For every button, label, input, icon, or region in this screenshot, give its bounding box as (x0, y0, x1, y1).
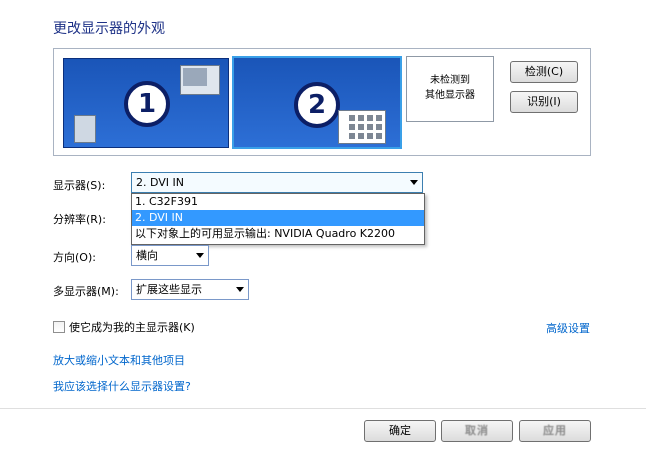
main-display-row[interactable]: 使它成为我的主显示器(K) (53, 319, 195, 335)
identify-button[interactable]: 识别(I) (510, 91, 578, 113)
chevron-down-icon (196, 253, 204, 258)
page-title: 更改显示器的外观 (53, 21, 165, 37)
monitor-2[interactable]: 2 (232, 56, 402, 149)
detect-button[interactable]: 检测(C) (510, 61, 578, 83)
text-size-link[interactable]: 放大或缩小文本和其他项目 (53, 352, 185, 368)
undetected-display-box: 未检测到 其他显示器 (406, 56, 494, 122)
display-select[interactable]: 2. DVI IN (131, 172, 423, 193)
chevron-down-icon (236, 287, 244, 292)
dropdown-option[interactable]: 以下对象上的可用显示输出: NVIDIA Quadro K2200 (132, 226, 424, 242)
monitor-1-preview-icon (180, 65, 220, 95)
multi-display-label: 多显示器(M): (53, 285, 119, 298)
preview-grid (349, 115, 382, 139)
monitor-1[interactable]: 1 (63, 58, 229, 148)
undetected-line-1: 未检测到 (430, 75, 470, 86)
multi-display-select[interactable]: 扩展这些显示 (131, 279, 249, 300)
display-select-value: 2. DVI IN (136, 176, 185, 189)
resolution-label: 分辨率(R): (53, 213, 106, 226)
dropdown-option[interactable]: 1. C32F391 (132, 194, 424, 210)
main-display-checkbox[interactable] (53, 321, 65, 333)
monitor-2-number: 2 (294, 82, 340, 128)
undetected-line-2: 其他显示器 (425, 90, 475, 101)
apply-button-label: 应用 (543, 424, 567, 437)
monitor-1-number: 1 (124, 81, 170, 127)
display-label: 显示器(S): (53, 179, 106, 192)
orientation-select[interactable]: 横向 (131, 245, 209, 266)
which-setting-link[interactable]: 我应该选择什么显示器设置? (53, 378, 191, 394)
orientation-select-value: 横向 (136, 249, 158, 262)
chevron-down-icon (410, 180, 418, 185)
monitor-1-side-icon (74, 115, 96, 143)
monitor-2-preview-icon (338, 110, 386, 144)
main-display-checkbox-label: 使它成为我的主显示器(K) (69, 321, 195, 334)
ok-button[interactable]: 确定 (364, 420, 436, 442)
multi-display-select-value: 扩展这些显示 (136, 283, 202, 296)
dropdown-option-selected[interactable]: 2. DVI IN (132, 210, 424, 226)
advanced-settings-link[interactable]: 高级设置 (546, 320, 590, 336)
display-dropdown-list[interactable]: 1. C32F391 2. DVI IN 以下对象上的可用显示输出: NVIDI… (131, 193, 425, 245)
footer-divider (0, 408, 646, 409)
cancel-button[interactable]: 取消 (441, 420, 513, 442)
apply-button[interactable]: 应用 (519, 420, 591, 442)
cancel-button-label: 取消 (465, 424, 489, 437)
orientation-label: 方向(O): (53, 251, 96, 264)
